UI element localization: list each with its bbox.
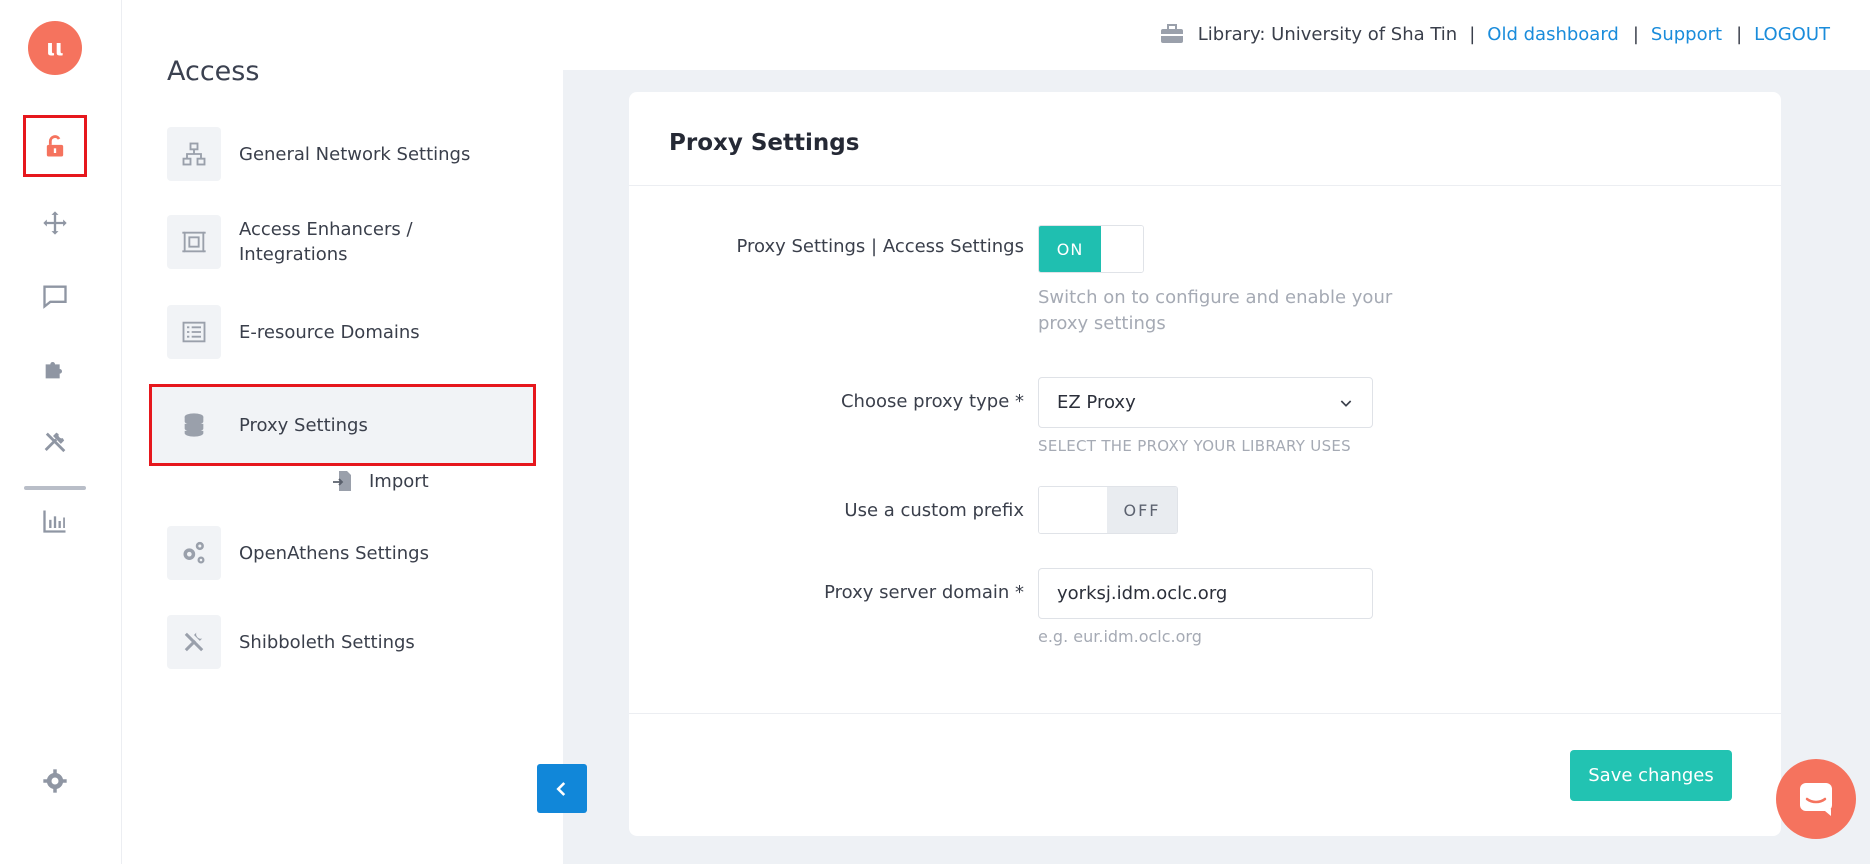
gears-icon (183, 541, 205, 564)
nav-label: Import (369, 470, 429, 492)
import-icon (333, 471, 351, 491)
save-changes-button[interactable]: Save changes (1570, 750, 1732, 801)
nav-label: OpenAthens Settings (239, 542, 429, 564)
left-rail: ιι (0, 0, 122, 864)
nav-subitem-import[interactable]: Import (331, 469, 429, 493)
custom-prefix-label: Use a custom prefix (844, 500, 1024, 521)
nav-label: General Network Settings (239, 143, 471, 165)
separator: | (1632, 23, 1639, 45)
card-footer-divider (629, 713, 1781, 714)
network-icon (182, 142, 206, 166)
nav-label: Proxy Settings (239, 414, 368, 436)
tools-icon (44, 432, 66, 453)
access-settings-help: Switch on to configure and enable your p… (1038, 287, 1393, 334)
nav-item-proxy-settings[interactable]: Proxy Settings (149, 384, 536, 466)
rail-settings-button[interactable] (23, 750, 87, 812)
list-icon (182, 321, 206, 343)
nav-item-openathens[interactable]: OpenAthens Settings (167, 526, 547, 580)
integration-icon (182, 231, 206, 253)
rail-move-button[interactable] (23, 192, 87, 254)
proxy-type-value: EZ Proxy (1057, 392, 1136, 413)
toggle-on-label: ON (1039, 226, 1101, 272)
briefcase-icon (1160, 24, 1183, 43)
old-dashboard-link[interactable]: Old dashboard (1487, 24, 1619, 45)
move-arrows-icon (43, 211, 67, 235)
collapse-sidebar-button[interactable] (537, 764, 587, 813)
tools-icon (184, 632, 204, 652)
nav-label: Access Enhancers / Integrations (239, 219, 413, 265)
nav-item-access-enhancers[interactable]: Access Enhancers / Integrations (167, 215, 547, 269)
toggle-off-label: OFF (1107, 487, 1177, 533)
card-title: Proxy Settings (669, 130, 860, 156)
chat-icon (43, 285, 67, 309)
access-subnav: Access General Network Settings Access E… (123, 0, 563, 864)
rail-integrations-button[interactable] (23, 338, 87, 400)
app-logo[interactable]: ιι (28, 21, 82, 75)
subnav-title: Access (167, 56, 260, 87)
proxy-domain-label: Proxy server domain * (824, 582, 1024, 603)
proxy-domain-input[interactable] (1038, 568, 1373, 619)
custom-prefix-toggle[interactable]: OFF (1038, 486, 1178, 534)
unlock-icon (46, 135, 64, 157)
proxy-type-help: SELECT THE PROXY YOUR LIBRARY USES (1038, 437, 1352, 455)
access-settings-label: Proxy Settings | Access Settings (736, 236, 1024, 257)
chat-bubble-icon (1800, 783, 1832, 816)
nav-item-eresource-domains[interactable]: E-resource Domains (167, 305, 547, 359)
puzzle-icon (45, 362, 62, 379)
separator: | (1469, 23, 1476, 45)
bar-chart-icon (43, 510, 66, 533)
support-link[interactable]: Support (1651, 24, 1722, 45)
chevron-down-icon (1340, 399, 1352, 407)
nav-label: E-resource Domains (239, 321, 420, 343)
logout-link[interactable]: LOGOUT (1754, 24, 1830, 45)
nav-item-shibboleth[interactable]: Shibboleth Settings (167, 615, 547, 669)
proxy-settings-card: Proxy Settings Proxy Settings | Access S… (629, 92, 1781, 836)
access-settings-toggle[interactable]: ON (1038, 225, 1144, 273)
rail-stats-button[interactable] (23, 490, 87, 552)
proxy-type-label: Choose proxy type * (840, 391, 1024, 412)
chevron-left-icon (556, 781, 566, 796)
gear-icon (43, 769, 67, 793)
library-label: Library: University of Sha Tin (1197, 23, 1458, 45)
nav-label: Shibboleth Settings (239, 631, 415, 653)
support-chat-button[interactable] (1776, 759, 1856, 839)
nav-item-general-network[interactable]: General Network Settings (167, 127, 547, 181)
database-icon (184, 413, 204, 437)
top-bar: Library: University of Sha Tin | Old das… (1160, 22, 1830, 46)
rail-tools-button[interactable] (23, 412, 87, 474)
rail-access-button[interactable] (23, 115, 87, 177)
rail-messages-button[interactable] (23, 265, 87, 327)
card-divider (629, 185, 1781, 186)
proxy-domain-help: e.g. eur.idm.oclc.org (1038, 627, 1202, 646)
proxy-type-select[interactable]: EZ Proxy (1038, 377, 1373, 428)
separator: | (1736, 23, 1743, 45)
